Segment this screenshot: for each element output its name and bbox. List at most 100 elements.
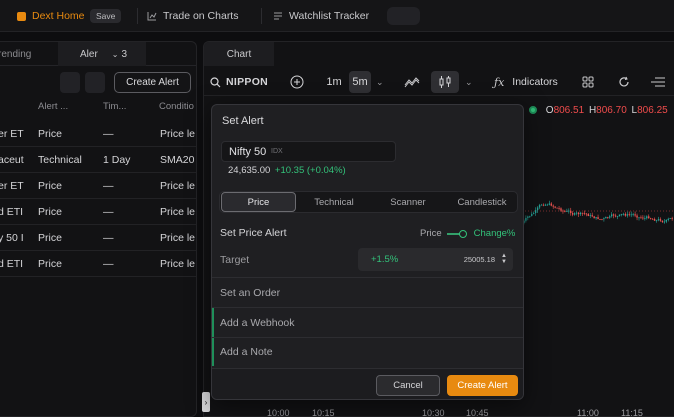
table-row[interactable]: d ETI Price — Price le (0, 199, 196, 225)
stepper-icon[interactable]: ▲ ▼ (501, 253, 507, 265)
row-type: Technical (38, 154, 82, 166)
x-tick: 11:00 (577, 408, 599, 417)
trade-on-charts-link[interactable]: Trade on Charts (147, 0, 238, 32)
chevron-down-icon[interactable]: ⌄ (465, 68, 473, 96)
menu-icon (651, 77, 665, 87)
candle-body (618, 214, 621, 217)
candle-body (560, 208, 562, 211)
table-row[interactable]: aceut Technical 1 Day SMA20 (0, 147, 196, 173)
candle-body (587, 213, 589, 217)
candle-body (648, 216, 650, 219)
watchlist-tracker-link[interactable]: Watchlist Tracker (273, 0, 369, 32)
tab-technical[interactable]: Technical (298, 192, 370, 212)
candle-body (601, 219, 603, 220)
toggle-right-label: Change% (473, 228, 516, 239)
menu-button[interactable] (651, 68, 665, 96)
candle-body (593, 216, 595, 219)
price-change-toggle[interactable]: Price Change% (420, 228, 515, 239)
instrument-selector[interactable]: Nifty 50 IDX (221, 141, 396, 162)
x-tick: 11:15 (621, 408, 643, 417)
candle-body (542, 204, 545, 206)
target-percent: +1.5% (371, 254, 399, 265)
candle-body (624, 213, 627, 216)
candle-body (573, 213, 576, 215)
candle-body (620, 213, 623, 215)
table-row[interactable]: y 50 I Price — Price le (0, 225, 196, 251)
row-type: Price (38, 206, 62, 218)
save-label: Save (90, 9, 122, 23)
create-alert-button[interactable]: Create Alert (114, 72, 191, 93)
row-time: — (103, 128, 114, 140)
interval-1m[interactable]: 1m (323, 71, 345, 93)
candle-body (661, 220, 664, 223)
candle-body (546, 204, 549, 206)
refresh-button[interactable] (618, 68, 630, 96)
options-button[interactable] (85, 72, 105, 93)
instrument-quote: 24,635.00 +10.35 (+0.04%) (228, 165, 346, 176)
wave-chart-icon (404, 77, 420, 88)
candle-body (581, 212, 584, 214)
create-alert-submit-button[interactable]: Create Alert (447, 375, 518, 396)
chevron-down-icon[interactable]: ⌄ (376, 68, 384, 96)
tab-scanner[interactable]: Scanner (372, 192, 444, 212)
dialog-title: Set Alert (222, 115, 264, 127)
instrument-change: +10.35 (+0.04%) (274, 165, 346, 176)
row-condition: Price le (160, 128, 196, 140)
row-name: d ETI (0, 206, 24, 218)
tab-chart[interactable]: Chart (204, 42, 274, 66)
dext-home-link[interactable]: Dext Home (17, 0, 85, 32)
candle-body (655, 220, 658, 222)
col-header-alert[interactable]: Alert ... (38, 101, 68, 112)
col-header-time[interactable]: Tim... (103, 101, 126, 112)
table-row[interactable]: er ET Price — Price le (0, 121, 196, 147)
high-value: 806.70 (596, 105, 627, 116)
tab-trending[interactable]: rending (0, 42, 56, 66)
cancel-button[interactable]: Cancel (376, 375, 440, 396)
candle-body (611, 214, 613, 217)
candle-body (572, 213, 574, 215)
interval-5m[interactable]: 5m (349, 71, 371, 93)
candle-body (597, 217, 599, 219)
table-row[interactable]: er ET Price — Price le (0, 173, 196, 199)
refresh-icon (619, 76, 629, 87)
blank-pill[interactable] (387, 7, 420, 25)
candle-body (544, 204, 547, 206)
layout-button[interactable] (582, 68, 594, 96)
candle-type-button[interactable] (431, 71, 459, 93)
candle-body (583, 213, 586, 214)
candle-body (579, 212, 582, 215)
row-condition: Price le (160, 206, 196, 218)
tab-trending-label: rending (0, 48, 32, 60)
toggle-switch[interactable] (446, 229, 469, 238)
table-row[interactable]: d ETI Price — Price le (0, 251, 196, 277)
candle-body (630, 214, 632, 216)
save-button[interactable]: Save (90, 0, 122, 32)
candle-body (616, 216, 619, 217)
col-header-condition[interactable]: Conditio (159, 101, 194, 112)
collapse-panel-toggle[interactable]: › (202, 392, 210, 412)
symbol-search[interactable]: NIPPON (210, 68, 268, 96)
add-webhook-option[interactable]: Add a Webhook (220, 317, 295, 329)
candlestick-icon (439, 76, 451, 88)
indicators-button[interactable]: ƒx Indicators (494, 68, 558, 96)
candle-body (644, 218, 646, 219)
tab-alerts-label: Aler (80, 48, 98, 60)
candle-body (564, 211, 566, 212)
target-input[interactable]: +1.5% 25005.18 ▲ ▼ (358, 248, 513, 271)
tab-alerts[interactable]: Aler ⌄ 3 (58, 42, 146, 66)
tab-price[interactable]: Price (221, 192, 296, 212)
toggle-left-label: Price (420, 228, 442, 239)
tab-candlestick[interactable]: Candlestick (445, 192, 519, 212)
add-note-option[interactable]: Add a Note (220, 346, 273, 358)
candle-body (626, 214, 628, 216)
app-logo-icon (17, 11, 26, 21)
candle-body (554, 206, 556, 208)
filter-button[interactable] (60, 72, 80, 93)
add-symbol-button[interactable] (290, 68, 304, 96)
candle-body (599, 218, 601, 220)
candle-body (575, 212, 578, 214)
row-time: — (103, 206, 114, 218)
compare-button[interactable] (401, 71, 423, 93)
set-order-option[interactable]: Set an Order (220, 287, 280, 299)
row-time: 1 Day (103, 154, 131, 166)
